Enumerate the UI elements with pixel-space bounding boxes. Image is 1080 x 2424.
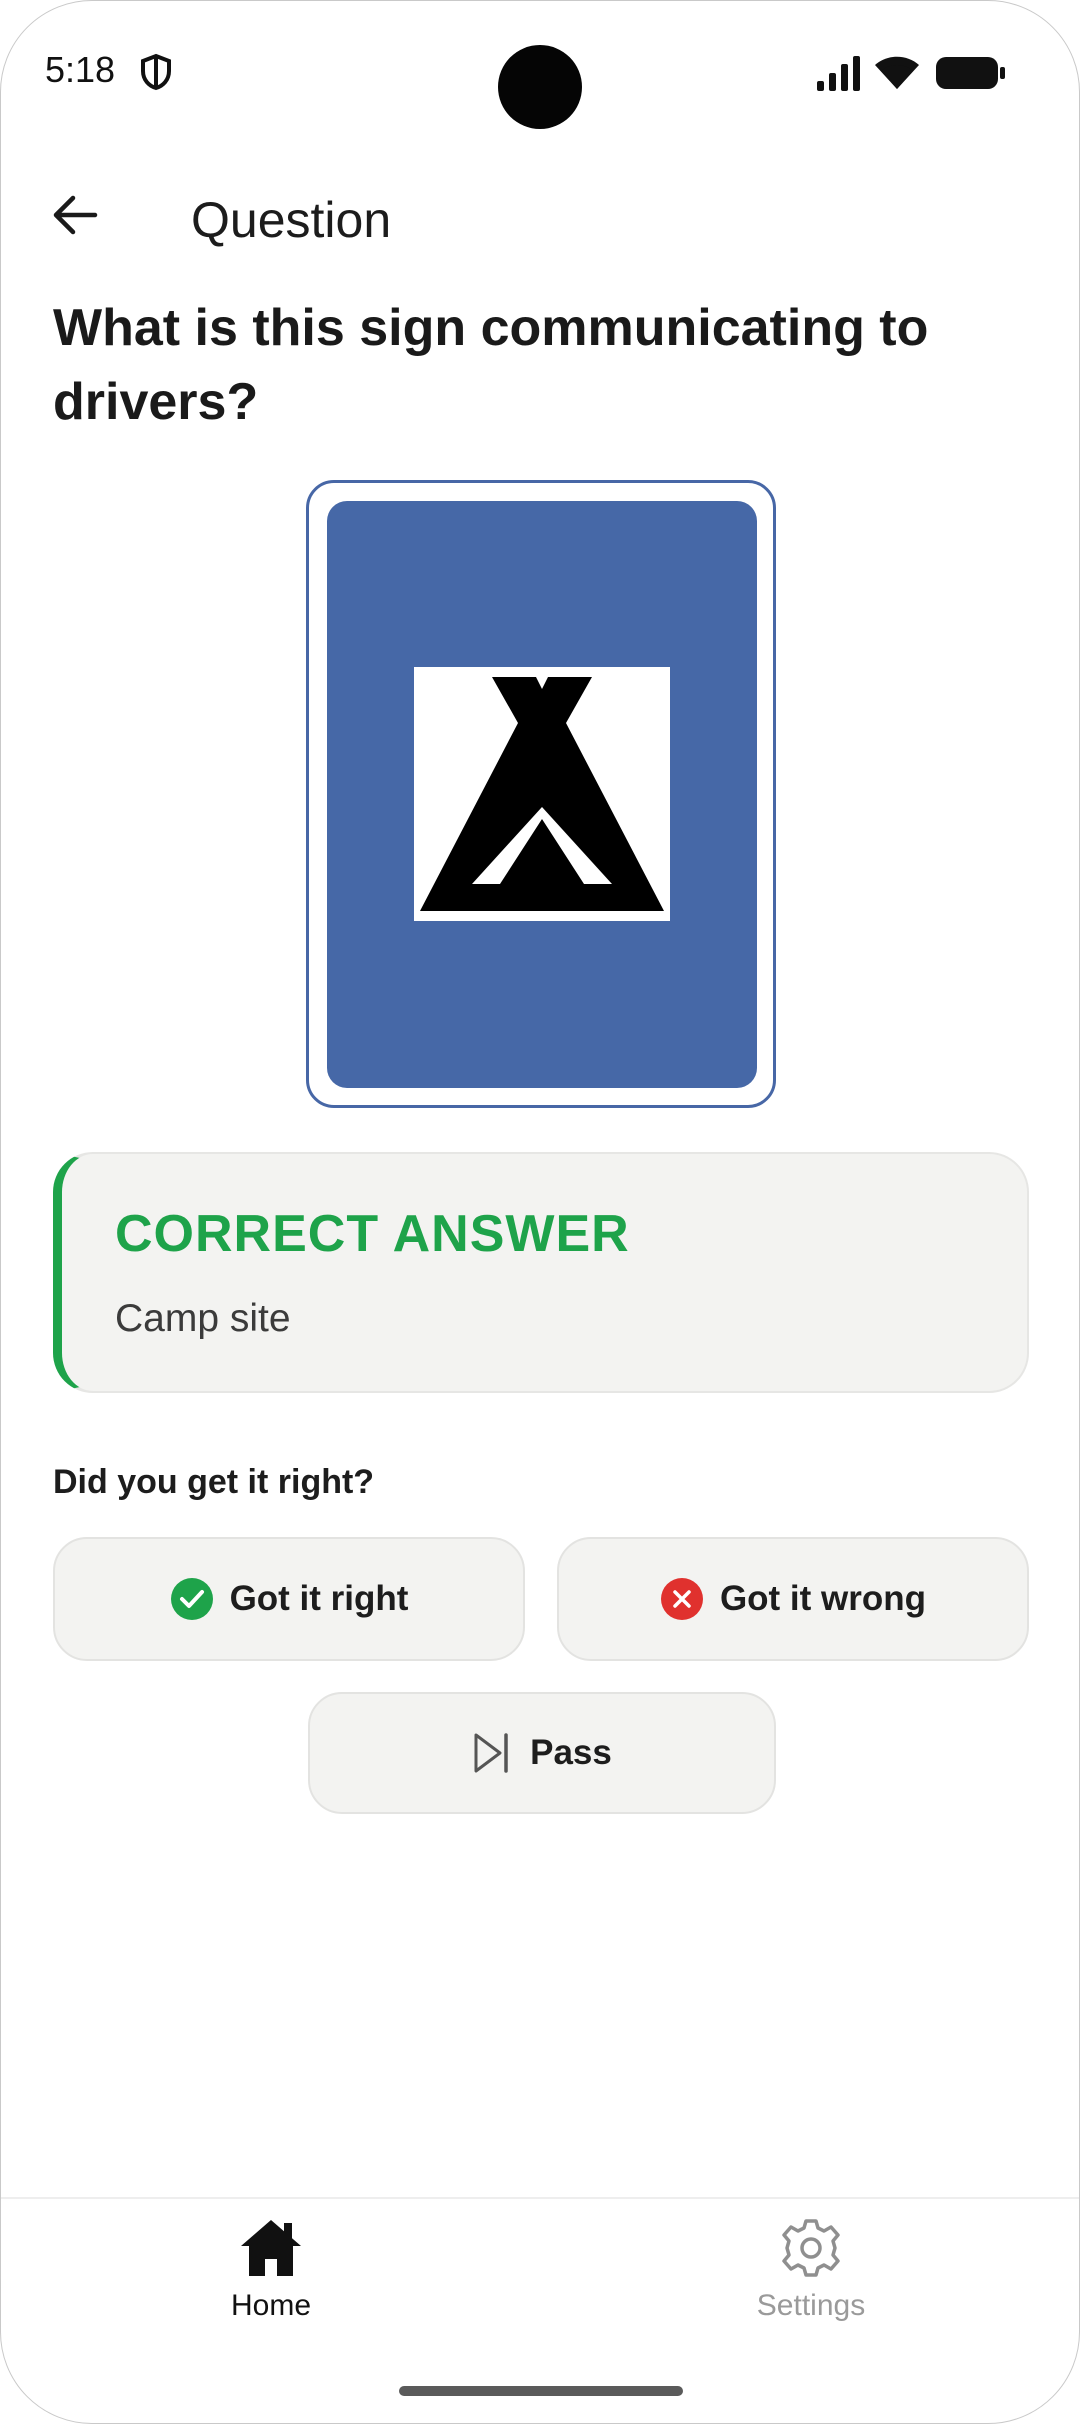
pass-label: Pass bbox=[530, 1733, 612, 1772]
self-check-prompt: Did you get it right? bbox=[53, 1463, 375, 1501]
x-circle-icon bbox=[660, 1578, 703, 1620]
status-time: 5:18 bbox=[45, 49, 116, 90]
nav-label-home: Home bbox=[230, 2289, 312, 2322]
nav-item-settings[interactable]: Settings bbox=[711, 2213, 911, 2333]
correct-answer-label: CORRECT ANSWER bbox=[115, 1205, 630, 1263]
signal-icon bbox=[817, 56, 860, 91]
page-title: Question bbox=[191, 192, 392, 248]
got-it-wrong-label: Got it wrong bbox=[719, 1579, 927, 1618]
got-it-right-label: Got it right bbox=[229, 1579, 409, 1618]
tent-icon bbox=[420, 677, 664, 911]
question-text: What is this sign communicating to drive… bbox=[53, 299, 929, 431]
check-circle-icon bbox=[170, 1578, 213, 1620]
got-it-right-button[interactable]: Got it right bbox=[53, 1537, 525, 1661]
back-button[interactable] bbox=[41, 181, 109, 249]
correct-answer-card: CORRECT ANSWER Camp site bbox=[53, 1152, 1029, 1393]
phone-screen: 5:18 Question What is this sign communic… bbox=[0, 0, 1080, 2424]
front-camera bbox=[498, 45, 582, 129]
got-it-wrong-button[interactable]: Got it wrong bbox=[557, 1537, 1029, 1661]
nav-label-settings: Settings bbox=[756, 2289, 866, 2322]
battery-icon bbox=[936, 57, 1005, 89]
home-icon bbox=[241, 2220, 301, 2276]
wifi-icon bbox=[875, 56, 919, 89]
shield-icon bbox=[141, 53, 171, 91]
bottom-nav-divider bbox=[1, 2197, 1079, 2199]
skip-next-icon bbox=[474, 1733, 508, 1773]
correct-answer-text: Camp site bbox=[115, 1297, 291, 1340]
gear-icon bbox=[782, 2219, 840, 2277]
nav-item-home[interactable]: Home bbox=[171, 2213, 371, 2333]
arrow-left-icon bbox=[53, 195, 98, 235]
pass-button[interactable]: Pass bbox=[308, 1692, 776, 1814]
home-indicator[interactable] bbox=[399, 2386, 683, 2396]
